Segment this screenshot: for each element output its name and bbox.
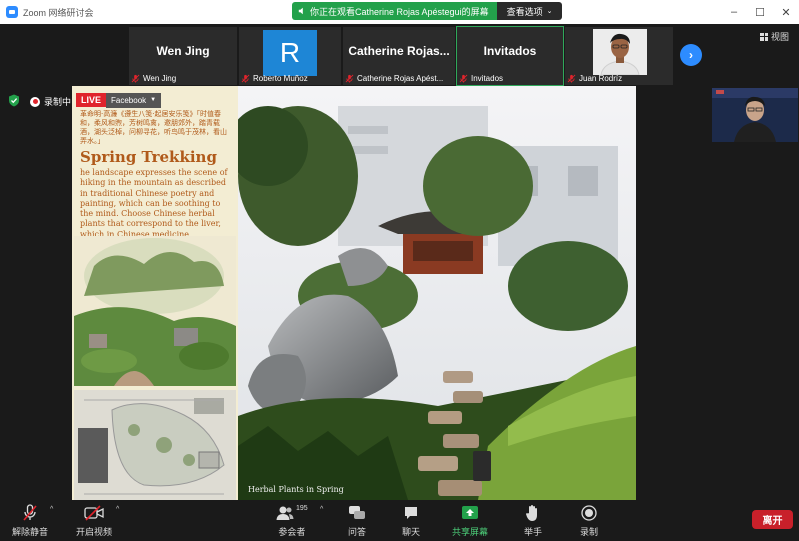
- person-photo-icon: [593, 29, 647, 75]
- participant-display-name: Catherine Rojas...: [348, 44, 450, 58]
- zoom-window: Zoom 网络研讨会 你正在观看Catherine Rojas Apéstegu…: [0, 0, 799, 541]
- next-page-button[interactable]: ›: [680, 44, 702, 66]
- share-status: 你正在观看Catherine Rojas Apéstegui的屏幕: [292, 2, 497, 20]
- recording-indicator[interactable]: 录制中: [30, 95, 71, 108]
- participants-options-chevron-icon[interactable]: ^: [320, 506, 323, 513]
- audio-options-chevron-icon[interactable]: ^: [50, 506, 53, 513]
- unmute-label: 解除静音: [12, 527, 49, 537]
- mic-muted-icon: [459, 74, 468, 83]
- participant-name: Roberto Muñoz: [253, 74, 308, 83]
- raise-hand-label: 举手: [524, 527, 543, 537]
- video-off-icon: [84, 505, 104, 521]
- participants-button[interactable]: 195 参会者: [276, 503, 308, 538]
- title-bar: Zoom 网络研讨会 你正在观看Catherine Rojas Apéstegu…: [0, 0, 799, 24]
- chat-button[interactable]: 聊天: [402, 503, 420, 538]
- participant-strip: Wen Jing Wen Jing R Roberto Muñoz Cather…: [0, 24, 799, 86]
- image-caption: Herbal Plants in Spring: [248, 485, 344, 494]
- start-video-label: 开启视频: [76, 527, 113, 537]
- view-options-label: 查看选项: [506, 6, 543, 17]
- participant-name: Invitados: [471, 74, 504, 83]
- avatar: R: [263, 30, 317, 76]
- participant-name: Catherine Rojas Apést...: [357, 74, 444, 83]
- participant-footer: Juan Rodríz: [567, 74, 622, 83]
- participant-footer: Roberto Muñoz: [241, 74, 308, 83]
- maximize-button[interactable]: ☐: [747, 0, 773, 24]
- garden-render-image: Herbal Plants in Spring: [238, 86, 636, 500]
- participant-tile[interactable]: Juan Rodríz: [564, 26, 674, 86]
- participant-tile[interactable]: R Roberto Muñoz: [238, 26, 342, 86]
- screen-share-banner: 你正在观看Catherine Rojas Apéstegui的屏幕 查看选项 ⌄: [292, 2, 563, 20]
- live-badge: LIVE: [76, 93, 107, 107]
- participants-label: 参会者: [278, 527, 306, 537]
- record-icon: [581, 505, 597, 521]
- record-button[interactable]: 录制: [580, 503, 598, 538]
- mic-muted-icon: [23, 504, 37, 521]
- grid-icon: [760, 32, 768, 41]
- chevron-right-icon: ›: [689, 48, 693, 62]
- view-button[interactable]: 视图: [760, 30, 789, 43]
- chevron-down-icon: ▼: [150, 97, 157, 103]
- avatar-photo: [593, 29, 647, 75]
- share-screen-button[interactable]: 共享屏幕: [452, 503, 488, 538]
- self-view-video[interactable]: [712, 88, 798, 142]
- platform-selector[interactable]: Facebook ▼: [106, 92, 162, 108]
- record-label: 录制: [580, 527, 599, 537]
- participants-icon: [276, 506, 294, 520]
- minimize-button[interactable]: –: [721, 0, 747, 24]
- share-screen-icon: [462, 506, 478, 519]
- video-options-chevron-icon[interactable]: ^: [116, 506, 119, 513]
- unmute-button[interactable]: 解除静音: [12, 503, 48, 538]
- mic-muted-icon: [131, 74, 140, 83]
- record-icon: [30, 96, 40, 107]
- close-button[interactable]: ✕: [773, 0, 799, 24]
- raise-hand-button[interactable]: 举手: [524, 503, 542, 538]
- participant-footer: Invitados: [459, 74, 503, 83]
- qa-icon: [349, 506, 365, 519]
- share-screen-label: 共享屏幕: [452, 527, 489, 537]
- platform-label: Facebook: [111, 95, 147, 105]
- window-title: Zoom 网络研讨会: [23, 7, 94, 18]
- qa-label: 问答: [348, 527, 367, 537]
- meeting-toolbar: 解除静音 ^ 开启视频 ^ 195 参会者 ^ 问答 聊天 共享屏幕 举手 录制…: [0, 500, 799, 541]
- participant-footer: Wen Jing: [131, 74, 176, 83]
- raise-hand-icon: [526, 505, 537, 521]
- chevron-down-icon: ⌄: [546, 8, 553, 15]
- zoom-logo-icon: [6, 6, 18, 18]
- speaker-icon: [298, 7, 303, 15]
- garden-thumbnail-image: [74, 236, 236, 386]
- participant-name: Wen Jing: [143, 74, 177, 83]
- chat-icon: [405, 507, 417, 519]
- participant-name: Juan Rodríz: [579, 74, 623, 83]
- shared-screen: LIVE Facebook ▼ 革命明·高濂《遵生八笺·起居安乐笺》「时值春和，…: [72, 86, 636, 500]
- panel-title: Spring Trekking: [80, 148, 217, 166]
- poem-text: 革命明·高濂《遵生八笺·起居安乐笺》「时值春和，柔风和煦，芳树鸣禽，邀朋郊外，踏…: [80, 110, 227, 145]
- poster-panel: LIVE Facebook ▼ 革命明·高濂《遵生八笺·起居安乐笺》「时值春和，…: [72, 86, 238, 500]
- participant-tile[interactable]: Wen Jing Wen Jing: [128, 26, 238, 86]
- live-stream-bar: LIVE Facebook ▼: [76, 92, 162, 108]
- main-area: 录制中 LIVE Facebook ▼ 革命明·高濂《遵生八笺·起居安乐笺》「时…: [0, 86, 799, 500]
- start-video-button[interactable]: 开启视频: [76, 503, 112, 538]
- site-plan-image: [74, 390, 236, 500]
- participant-tile-active[interactable]: Invitados Invitados: [456, 26, 564, 86]
- participant-tile[interactable]: Catherine Rojas... Catherine Rojas Apést…: [342, 26, 456, 86]
- participant-display-name: Wen Jing: [156, 44, 210, 58]
- view-options-button[interactable]: 查看选项 ⌄: [496, 2, 563, 20]
- participant-count: 195: [296, 505, 308, 512]
- chat-label: 聊天: [402, 527, 421, 537]
- participant-footer: Catherine Rojas Apést...: [345, 74, 443, 83]
- share-status-text: 你正在观看Catherine Rojas Apéstegui的屏幕: [310, 6, 489, 17]
- mic-muted-icon: [345, 74, 354, 83]
- leave-button[interactable]: 离开: [752, 510, 793, 529]
- mic-muted-icon: [241, 74, 250, 83]
- participant-display-name: Invitados: [483, 44, 537, 58]
- mic-muted-icon: [567, 74, 576, 83]
- recording-label: 录制中: [44, 97, 72, 107]
- window-controls: – ☐ ✕: [721, 0, 799, 24]
- security-shield-icon[interactable]: [8, 94, 20, 107]
- qa-button[interactable]: 问答: [348, 503, 366, 538]
- webcam-person-icon: [712, 88, 798, 142]
- view-button-label: 视图: [771, 32, 790, 42]
